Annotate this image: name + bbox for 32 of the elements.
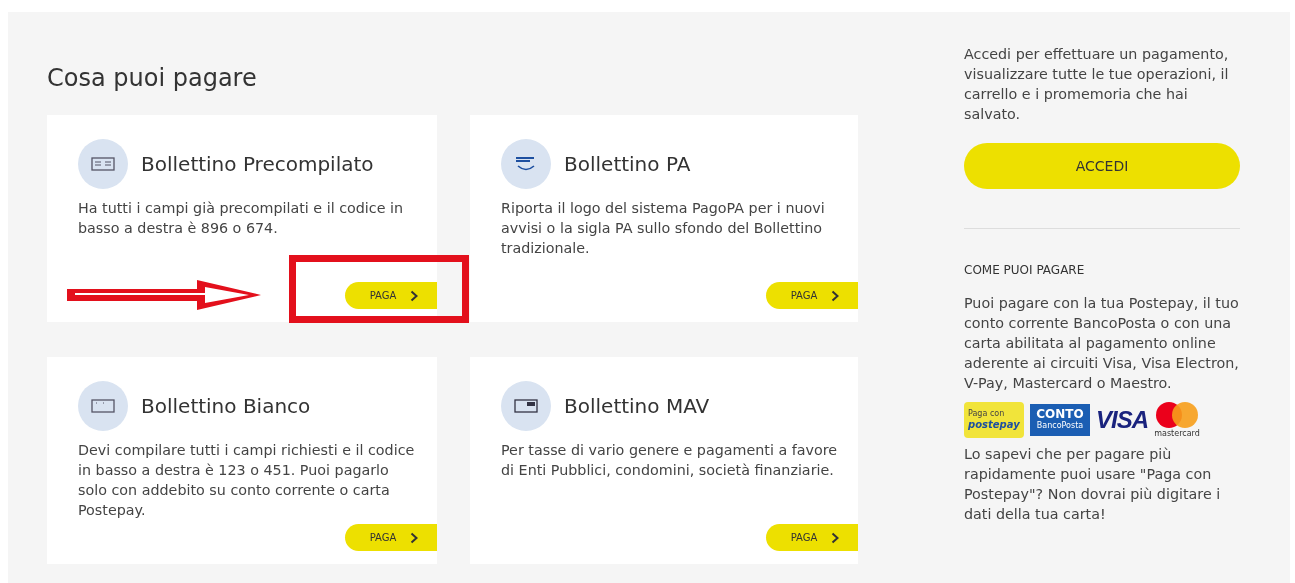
logo-wordmark: CONTO <box>1036 408 1084 421</box>
card-title: Bollettino PA <box>564 152 691 176</box>
pay-button[interactable]: PAGA <box>345 524 437 551</box>
form-icon <box>514 399 538 413</box>
chevron-right-icon <box>410 531 419 544</box>
chevron-right-icon <box>831 531 840 544</box>
card-description: Devi compilare tutti i campi richiesti e il codice in basso a destra è 123 o 451. Puoi pagarlo solo con addebito su conto corrente o carta Postepay. <box>78 441 416 520</box>
chevron-right-icon <box>831 289 840 302</box>
card-description: Per tasse di vario genere e pagamenti a favore di Enti Pubblici, condomini, società finanziarie. <box>501 441 838 480</box>
logo-caption: mastercard <box>1154 429 1200 438</box>
card-title: Bollettino Bianco <box>141 394 311 418</box>
logo-caption: Paga con <box>968 409 1006 419</box>
card-title: Bollettino Precompilato <box>141 152 374 176</box>
tip-text: Lo sapevi che per pagare più rapidamente puoi usare "Paga con Postepay"? Non dovrai più digitare i dati della tua carta! <box>964 445 1222 524</box>
login-button[interactable]: ACCEDI <box>964 143 1240 189</box>
pay-button[interactable]: PAGA <box>345 282 437 309</box>
pay-button[interactable]: PAGA <box>766 524 858 551</box>
blank-form-icon <box>91 399 115 413</box>
circles-icon <box>1154 401 1200 429</box>
card-title: Bollettino MAV <box>564 394 710 418</box>
card-description: Ha tutti i campi già precompilati e il codice in basso a destra è 896 o 674. <box>78 199 405 238</box>
logo-wordmark: postepay <box>968 419 1021 430</box>
section-title: Cosa puoi pagare <box>47 64 258 92</box>
pay-button[interactable]: PAGA <box>766 282 858 309</box>
logo-caption: BancoPosta <box>1036 421 1084 431</box>
card-description: Riporta il logo del sistema PagoPA per i nuovi avvisi o la sigla PA sullo sfondo del Bollettino tradizionale. <box>501 199 826 258</box>
card-logo: VISA <box>1096 405 1148 434</box>
chevron-right-icon <box>410 289 419 302</box>
payment-methods-text: Puoi pagare con la tua Postepay, il tuo conto corrente BancoPosta o con una carta abilitata al pagamento online aderente ai circuiti Visa, Visa Electron, V-Pay, Mastercard o Maestro. <box>964 294 1240 393</box>
section-heading: COME PUOI PAGARE <box>964 263 1086 277</box>
document-icon <box>91 157 115 171</box>
login-text: Accedi per effettuare un pagamento, visualizzare tutte le tue operazioni, il carrello e i promemoria che hai salvato. <box>964 45 1230 124</box>
